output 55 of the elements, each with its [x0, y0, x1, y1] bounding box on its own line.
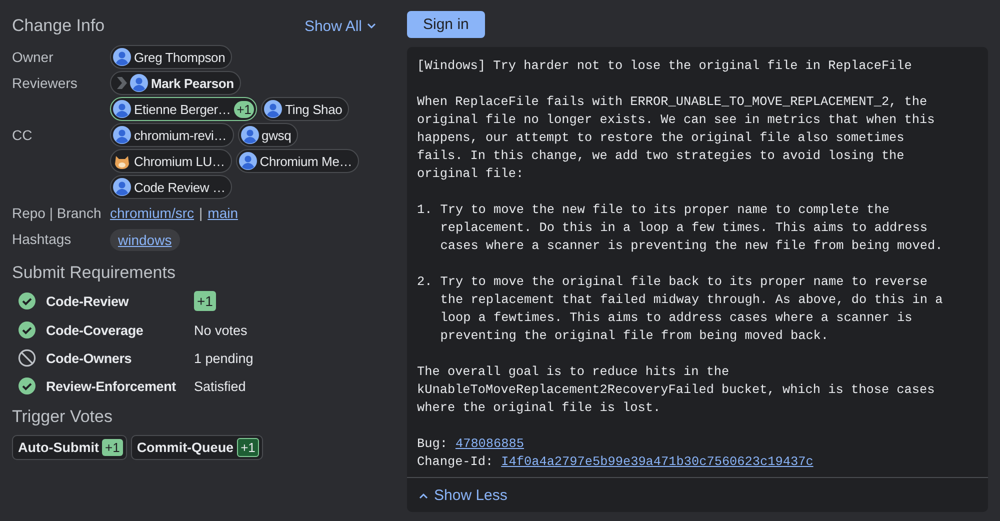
vote-badge: +1	[194, 291, 216, 311]
requirement-name: Code-Coverage	[46, 322, 144, 338]
person-chip[interactable]: Etienne Berger… +1	[110, 97, 258, 121]
message-paragraph: The overall goal is to reduce hits in the kUnableToMoveReplacement2RecoveryFailed bucket, which is those cases where the original file is lost.	[417, 363, 936, 417]
person-chip[interactable]: Code Review …	[110, 175, 232, 199]
avatar-icon	[130, 74, 148, 92]
separator: |	[199, 204, 203, 223]
footer-link[interactable]: I4f0a4a2797e5b99e39a471b30c7560623c19437c	[501, 453, 814, 471]
step-number: 2.	[417, 273, 432, 291]
branch-link[interactable]: main	[208, 201, 238, 225]
field-label: CC	[12, 126, 34, 145]
message-paragraph: [Windows] Try harder not to lose the original file in ReplaceFile	[417, 57, 913, 75]
sign-in-button[interactable]: Sign in	[407, 11, 485, 38]
show-all-link[interactable]: Show All	[304, 18, 376, 34]
trigger-vote-chip: Commit-Queue +1	[130, 435, 264, 460]
person-chip[interactable]: Greg Thompson	[110, 45, 232, 69]
person-chip[interactable]: Mark Pearson	[110, 71, 241, 95]
field-label: Hashtags	[12, 230, 72, 249]
chevron-up-icon	[419, 492, 428, 498]
field-label: Reviewers	[12, 74, 78, 93]
trigger-vote-chip: Auto-Submit +1	[12, 435, 127, 460]
step-text: Try to move the original file back to its proper name to reverse the replacement that failed midway through. As above, do this in a loop a fewtimes. This aims to address cases where a scanner is preventing the original file from being moved back.	[440, 273, 943, 345]
hashtag-link[interactable]: windows	[110, 229, 180, 251]
message-paragraph: When ReplaceFile fails with ERROR_UNABLE_TO_MOVE_REPLACEMENT_2, the original file no longer exists. We can see in metrics that when this happens, our attempt to restore the original file also sometimes fails. In this change, we add two strategies to avoid losing the original file:	[417, 93, 936, 183]
field-label: Owner	[12, 48, 54, 67]
person-chip[interactable]: gwsq	[238, 123, 298, 147]
requirement-status: No votes	[194, 322, 248, 338]
avatar-icon	[240, 126, 259, 144]
step-number: 1.	[417, 201, 432, 219]
person-chip[interactable]: chromium-revi…	[110, 123, 234, 147]
chevron-down-icon	[367, 23, 376, 29]
person-chip[interactable]: Ting Shao	[261, 97, 350, 121]
section-title: Trigger Votes	[12, 407, 114, 427]
avatar-icon	[238, 152, 257, 170]
person-chip[interactable]: Chromium LU…	[110, 149, 232, 173]
section-title: Submit Requirements	[12, 263, 176, 283]
step-text: Try to move the new file to its proper name to complete the replacement. Do this in a loop a few times. This aims to address cases where a scanner is preventing the new file from being moved.	[440, 201, 943, 255]
avatar-icon	[113, 178, 131, 196]
requirement-name: Review-Enforcement	[46, 378, 177, 394]
avatar-icon	[264, 100, 282, 118]
repo-link[interactable]: chromium/src	[110, 201, 194, 225]
field-label: Repo | Branch	[12, 204, 102, 223]
footer-link[interactable]: 478086885	[455, 435, 524, 453]
show-less-link[interactable]: Show Less	[419, 487, 508, 504]
requirement-name: Code-Review	[46, 294, 130, 308]
requirement-status: 1 pending	[194, 350, 254, 366]
requirement-status: Satisfied	[194, 378, 246, 394]
footer-label: Bug:	[417, 435, 448, 453]
footer-label: Change-Id:	[417, 453, 494, 471]
avatar-icon	[113, 100, 131, 118]
requirement-name: Code-Owners	[46, 350, 133, 366]
avatar-icon	[113, 126, 131, 144]
person-chip[interactable]: Chromium Me…	[236, 149, 360, 173]
section-title: Change Info	[12, 16, 105, 36]
avatar-icon	[113, 48, 131, 66]
